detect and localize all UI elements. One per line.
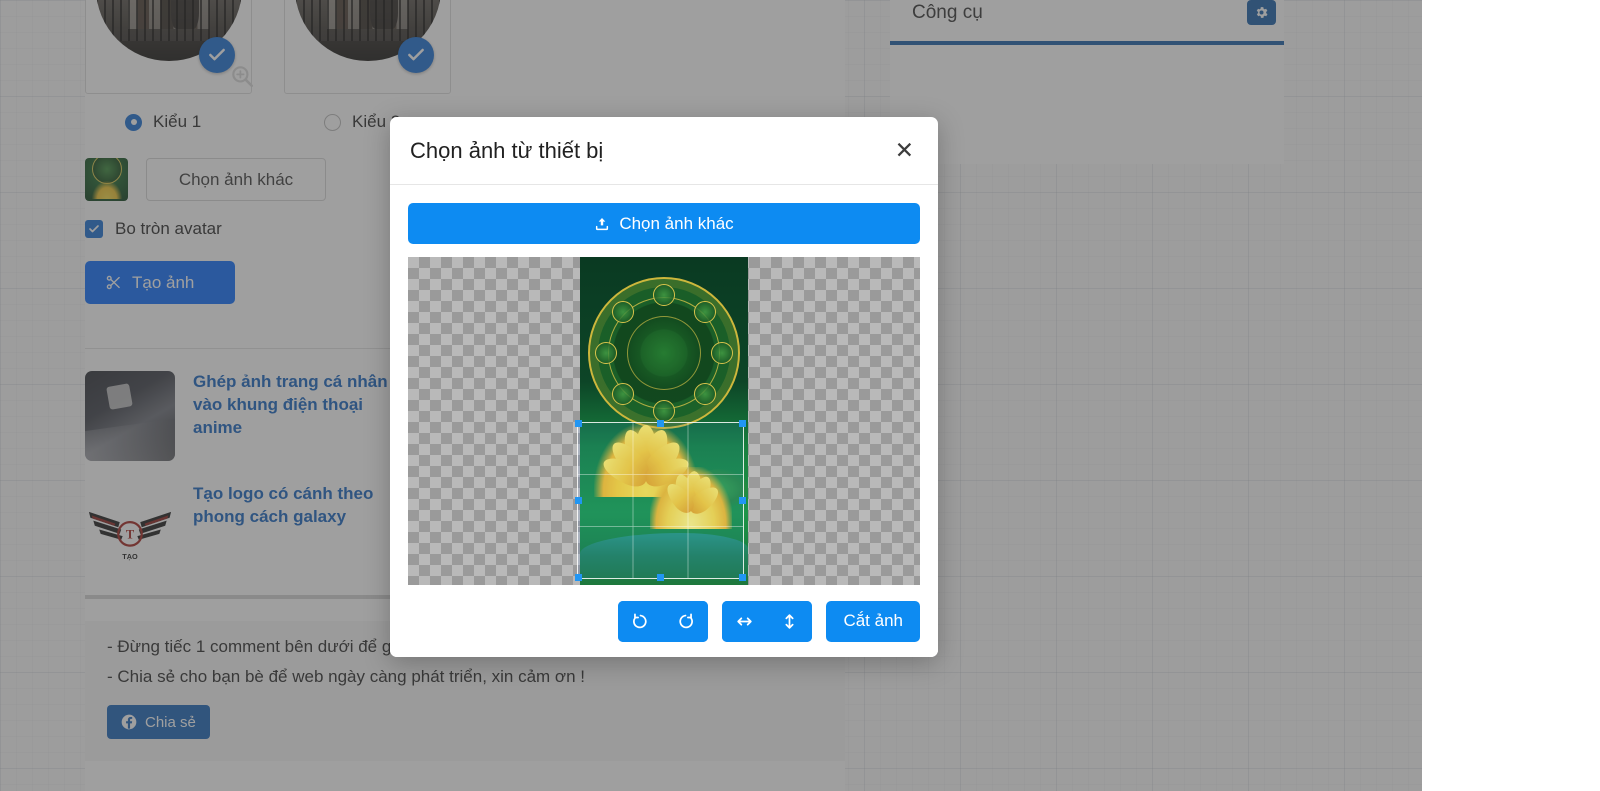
- crop-handle-nw[interactable]: [575, 420, 582, 427]
- rotate-left-button[interactable]: [618, 600, 664, 642]
- rotate-right-icon: [679, 613, 694, 628]
- crop-grid-overlay: [578, 423, 743, 578]
- crop-selection-box[interactable]: [575, 420, 746, 581]
- upload-image-button[interactable]: Chọn ảnh khác: [408, 203, 920, 244]
- close-icon[interactable]: ✕: [893, 135, 916, 166]
- modal-footer-toolbar: Cắt ảnh: [390, 585, 938, 657]
- upload-icon: [596, 217, 609, 230]
- rotate-button-group: [618, 600, 709, 642]
- upload-image-label: Chọn ảnh khác: [619, 213, 734, 233]
- flip-vertical-button[interactable]: [767, 600, 813, 642]
- rotate-right-button[interactable]: [663, 600, 709, 642]
- flip-horizontal-icon: [737, 616, 753, 626]
- rotate-left-icon: [633, 613, 648, 628]
- crop-handle-n[interactable]: [657, 420, 664, 427]
- crop-image-button[interactable]: Cắt ảnh: [826, 600, 920, 642]
- modal-title: Chọn ảnh từ thiết bị: [410, 137, 604, 163]
- image-cropper-stage[interactable]: [408, 257, 920, 585]
- crop-handle-ne[interactable]: [739, 420, 746, 427]
- modal-body: Chọn ảnh khác: [390, 185, 938, 585]
- flip-horizontal-button[interactable]: [722, 600, 768, 642]
- crop-handle-s[interactable]: [657, 574, 664, 581]
- modal-header: Chọn ảnh từ thiết bị ✕: [390, 117, 938, 185]
- flip-button-group: [722, 600, 813, 642]
- mandala-graphic: [588, 277, 740, 429]
- flip-vertical-icon: [785, 613, 794, 629]
- crop-handle-se[interactable]: [739, 574, 746, 581]
- crop-handle-w[interactable]: [575, 497, 582, 504]
- site-content: Kiểu 1 Kiểu 2 Chọn ảnh khác: [0, 0, 1422, 791]
- page-root: Kiểu 1 Kiểu 2 Chọn ảnh khác: [0, 0, 1600, 791]
- crop-handle-sw[interactable]: [575, 574, 582, 581]
- choose-image-modal: Chọn ảnh từ thiết bị ✕ Chọn ảnh khác Cắt…: [390, 117, 938, 657]
- crop-handle-e[interactable]: [739, 497, 746, 504]
